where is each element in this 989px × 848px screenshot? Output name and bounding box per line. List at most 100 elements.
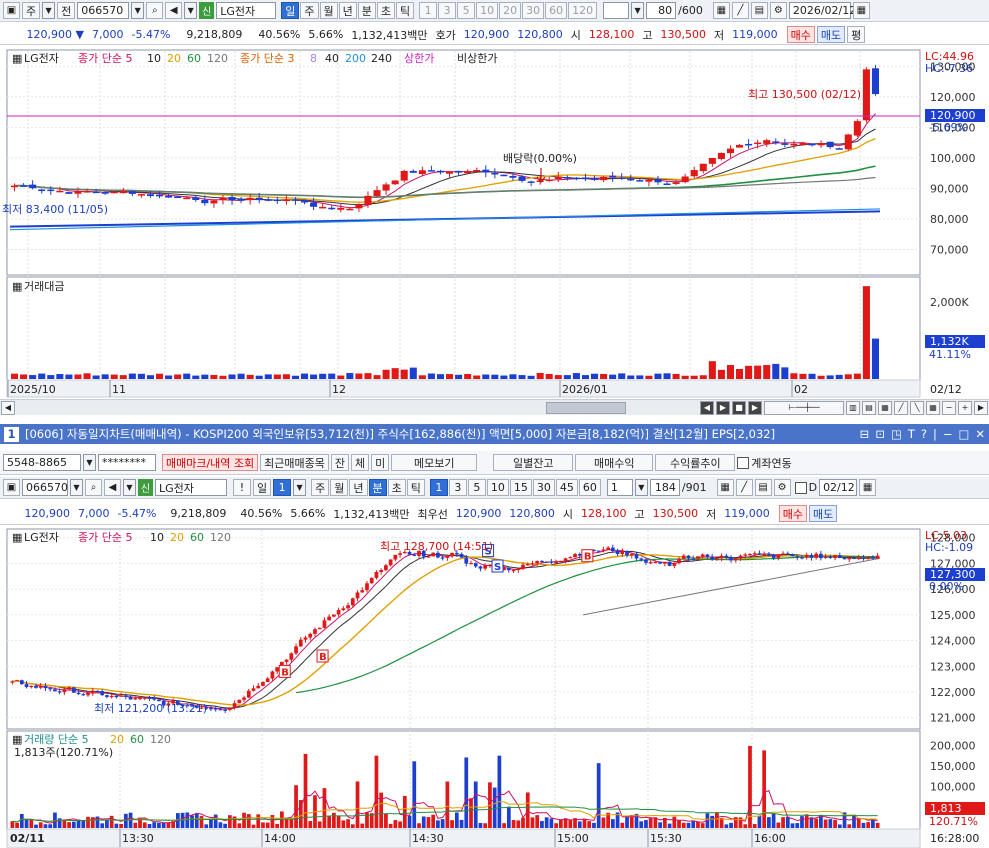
interval-button-3[interactable]: 10 [476,2,499,19]
period-tab-3[interactable]: 분 [368,479,387,496]
tool-icon-3[interactable]: ▦ [878,400,892,415]
help-icon[interactable]: ? [921,427,927,441]
password-input[interactable]: ******** [98,454,156,471]
stop-icon[interactable]: ■ [732,400,746,415]
count-input[interactable]: 184 [649,479,680,496]
period-tab-3[interactable]: 년 [338,2,357,19]
interval-button-0[interactable]: 1 [429,479,448,496]
scroll-right-icon[interactable]: ▶ [974,400,988,415]
prefix-button[interactable]: 전 [57,2,76,19]
speaker-icon[interactable]: ◀ [104,479,121,496]
profit-trend-button[interactable]: 수익률추이 [655,454,736,471]
eval-button[interactable]: 평 [847,26,866,43]
interval-button-6[interactable]: 45 [555,479,578,496]
chart-type-select[interactable]: 주 [22,2,41,19]
stock-name-field[interactable]: LG전자 [155,479,227,496]
d-checkbox[interactable] [794,481,807,494]
gear-icon[interactable]: ⚙ [773,479,791,496]
period-tab-0[interactable]: 일 [281,2,300,19]
daily-price-chart[interactable]: ▦ LG전자 종가 단순 5 10 20 60 120 종가 단순 3 8 40… [0,47,989,399]
chevron-down-icon[interactable]: ▼ [293,479,307,496]
period-tab-5[interactable]: 틱 [406,479,425,496]
speaker-icon[interactable]: ◀ [165,2,183,19]
window-icon[interactable]: ▣ [3,479,20,496]
search-icon[interactable]: ⌕ [85,479,102,496]
buy-button[interactable]: 매수 [778,505,808,522]
window-icon-1[interactable]: ⊟ [860,427,870,441]
alert-button[interactable]: ! [233,479,251,496]
chk-executed-button[interactable]: 체 [351,454,370,471]
chevron-down-icon[interactable]: ▼ [123,479,136,496]
period-tab-2[interactable]: 월 [319,2,338,19]
fast-forward-icon[interactable]: ▶ [748,400,762,415]
period-tab-0[interactable]: 주 [311,479,330,496]
chk-balance-button[interactable]: 잔 [330,454,350,471]
tab-day[interactable]: 일 [253,479,272,496]
chevron-down-icon[interactable]: ▼ [83,454,96,471]
play-icon[interactable]: ▶ [716,400,730,415]
account-link-checkbox[interactable] [737,456,750,469]
grid-icon[interactable]: ▦ [712,2,730,19]
stock-code-input[interactable]: 066570 [77,2,130,19]
chk-pending-button[interactable]: 미 [371,454,390,471]
interval-button-4[interactable]: 20 [499,2,522,19]
unit-input[interactable]: 1 [606,479,633,496]
chevron-down-icon[interactable]: ▼ [131,2,145,19]
tool-icon-5[interactable]: ╲ [910,400,924,415]
interval-button-5[interactable]: 30 [532,479,555,496]
chevron-down-icon[interactable]: ▼ [42,2,56,19]
line-tool-icon[interactable]: ╱ [735,479,753,496]
chevron-down-icon[interactable]: ▼ [631,2,645,19]
chevron-down-icon[interactable]: ▼ [70,479,83,496]
buy-button[interactable]: 매수 [786,26,815,43]
account-number-input[interactable]: 5548-8865 [3,454,81,471]
tool-icon-1[interactable]: ▥ [846,400,860,415]
interval-button-2[interactable]: 5 [467,479,486,496]
window-icon-3[interactable]: ◳ [891,427,902,441]
calendar-icon[interactable]: ▦ [859,479,877,496]
search-icon[interactable]: ⌕ [146,2,164,19]
sell-button[interactable]: 매도 [809,505,838,522]
chevron-down-icon[interactable]: ▼ [184,2,198,19]
line-tool-icon[interactable]: ╱ [731,2,749,19]
save-icon[interactable]: ▤ [750,2,768,19]
tool-icon-4[interactable]: ╱ [894,400,908,415]
trade-profit-button[interactable]: 매매수익 [575,454,654,471]
period-tab-2[interactable]: 년 [349,479,368,496]
scroll-thumb[interactable] [546,401,626,414]
save-icon[interactable]: ▤ [754,479,772,496]
minimize-icon[interactable]: − [943,427,953,441]
tool-icon-6[interactable]: ▦ [926,400,940,415]
zoom-out-icon[interactable]: − [942,400,956,415]
period-tab-6[interactable]: 틱 [396,2,415,19]
calendar-icon[interactable]: ▦ [852,2,870,19]
gear-icon[interactable]: ⚙ [769,2,787,19]
interval-button-6[interactable]: 60 [545,2,568,19]
interval-button-3[interactable]: 10 [486,479,509,496]
interval-button-7[interactable]: 60 [578,479,601,496]
sell-button[interactable]: 매도 [816,26,846,43]
trade-mark-button[interactable]: 매매마크/내역 조회 [162,454,259,471]
chevron-down-icon[interactable]: ▼ [634,479,648,496]
period-tab-4[interactable]: 분 [357,2,376,19]
text-icon[interactable]: T [908,427,915,441]
tool-icon-2[interactable]: ▤ [862,400,876,415]
window-icon[interactable]: ▣ [3,2,20,19]
top-scrollbar[interactable]: ◀ ◀ ▶ ■ ▶ ⊢──┼── ▥ ▤ ▦ ╱ ╲ ▦ − + ▶ [0,399,989,415]
grid-icon[interactable]: ▦ [716,479,734,496]
daily-balance-button[interactable]: 일별잔고 [493,454,574,471]
intraday-price-chart[interactable]: BBSSB ▦ LG전자 종가 단순 5 10 20 60 120 LC:5.0… [0,526,989,848]
date-input[interactable]: 02/12 [819,479,858,496]
period-tab-1[interactable]: 월 [330,479,349,496]
close-icon[interactable]: ✕ [975,427,985,441]
day-count-field[interactable]: 1 [273,479,292,496]
play-back-icon[interactable]: ◀ [700,400,714,415]
recent-trades-button[interactable]: 최근매매종목 [260,454,329,471]
blank-field[interactable] [603,2,630,19]
scroll-track[interactable] [16,401,699,414]
interval-button-4[interactable]: 15 [509,479,532,496]
zoom-in-icon[interactable]: + [958,400,972,415]
interval-button-2[interactable]: 5 [457,2,476,19]
period-tab-4[interactable]: 초 [387,479,406,496]
scroll-left-icon[interactable]: ◀ [1,400,15,415]
